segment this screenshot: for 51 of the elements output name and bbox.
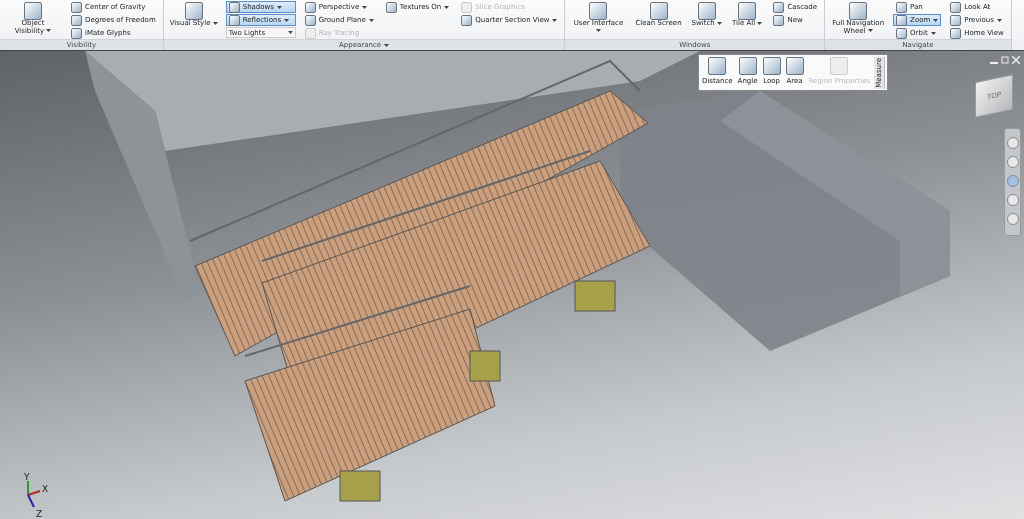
tool-icon	[304, 27, 316, 39]
caret-icon	[717, 21, 722, 25]
caret-icon	[368, 18, 374, 22]
caret-icon	[212, 21, 218, 25]
tool-icon	[950, 14, 962, 26]
tool-icon	[385, 1, 397, 13]
tool-icon	[738, 2, 757, 20]
tool-icon	[304, 14, 316, 26]
axis-triad-drawing: Y X Z	[14, 471, 54, 519]
tool-icon	[830, 57, 849, 75]
caret-icon	[757, 21, 763, 25]
tool-icon	[228, 1, 240, 13]
restore-icon[interactable]	[1001, 56, 1009, 64]
tool-icon	[461, 14, 473, 26]
tool-icon	[649, 2, 668, 20]
tool-icon	[71, 14, 82, 26]
caret-icon	[384, 43, 390, 47]
tool-icon	[950, 27, 962, 39]
caret-icon	[595, 29, 601, 33]
caret-icon	[996, 18, 1002, 22]
tool-icon	[304, 1, 316, 13]
tool-icon	[849, 2, 868, 20]
close-icon[interactable]	[1012, 56, 1020, 64]
tool-icon	[228, 14, 240, 26]
caret-icon	[933, 18, 939, 22]
caret-icon	[552, 18, 558, 22]
tool-icon	[71, 1, 82, 13]
caret-icon	[867, 29, 873, 33]
tool-icon	[738, 57, 757, 75]
tool-icon	[950, 1, 962, 13]
tool-icon	[773, 1, 785, 13]
tool-icon	[785, 57, 804, 75]
tool-icon	[896, 1, 908, 13]
tool-icon	[896, 14, 908, 26]
caret-icon	[930, 31, 936, 35]
caret-icon	[287, 31, 293, 34]
tool-icon	[461, 1, 473, 13]
tool-icon	[896, 27, 908, 39]
caret-icon	[362, 5, 368, 9]
caret-icon	[284, 18, 290, 22]
tool-icon	[71, 27, 82, 39]
tool-icon	[773, 14, 785, 26]
tool-icon	[24, 2, 42, 20]
tool-icon	[708, 57, 727, 75]
tool-icon	[697, 2, 716, 20]
tool-icon	[589, 2, 608, 20]
tool-icon	[762, 57, 781, 75]
caret-icon	[276, 5, 282, 9]
caret-icon	[444, 5, 450, 9]
caret-icon	[46, 29, 52, 33]
tool-icon	[184, 2, 203, 20]
